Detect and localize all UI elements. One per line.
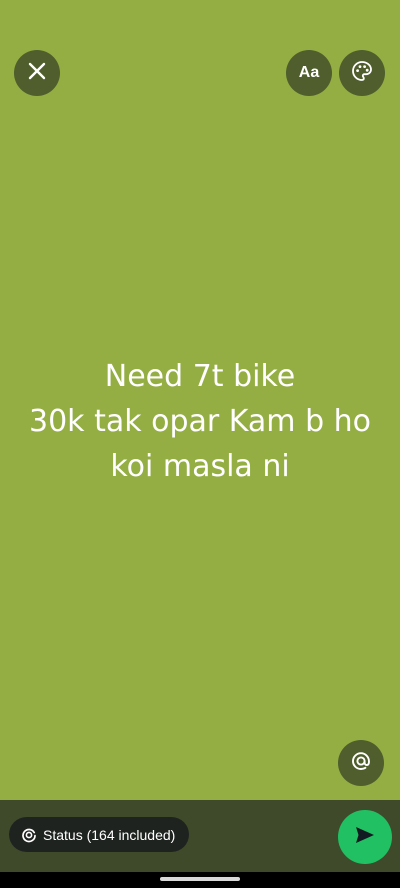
font-style-label: Aa: [298, 64, 320, 81]
close-icon: [27, 61, 47, 86]
bottom-bar: Status (164 included): [0, 800, 400, 872]
status-ring-icon: [21, 827, 37, 843]
status-text[interactable]: Need 7t bike 30k tak opar Kam b ho koi m…: [0, 354, 400, 489]
system-navigation-bar: [0, 872, 400, 888]
status-audience-label: Status (164 included): [43, 826, 176, 843]
status-audience-button[interactable]: Status (164 included): [9, 817, 190, 852]
status-composer-screen: Aa Need 7t bike 30k tak opar Kam b ho ko…: [0, 0, 400, 888]
close-button[interactable]: [14, 50, 60, 96]
palette-icon: [350, 59, 374, 88]
font-style-button[interactable]: Aa: [286, 50, 332, 96]
status-text-line: 30k tak opar Kam b ho: [28, 404, 372, 439]
at-sign-icon: [349, 749, 373, 778]
mention-button[interactable]: [338, 740, 384, 786]
home-indicator[interactable]: [160, 877, 240, 881]
send-button[interactable]: [338, 810, 392, 864]
status-text-line: koi masla ni: [110, 449, 290, 484]
status-text-line: Need 7t bike: [104, 359, 296, 394]
color-palette-button[interactable]: [339, 50, 385, 96]
send-icon: [354, 824, 376, 851]
